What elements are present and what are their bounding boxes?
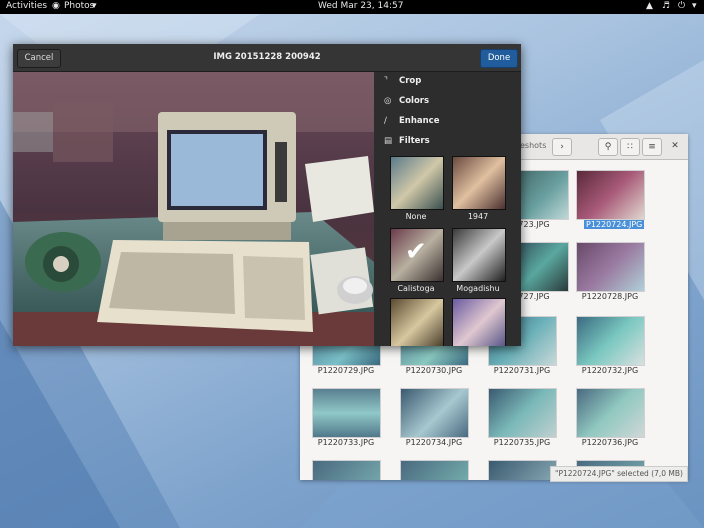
chevron-right-icon[interactable]: ›: [552, 138, 572, 156]
colors-icon: ◎: [384, 96, 392, 106]
file-name: P1220731.JPG: [493, 366, 551, 375]
file-item[interactable]: P1220736.JPG: [564, 382, 645, 452]
file-item[interactable]: P1220734.JPG: [388, 382, 469, 452]
file-name-selected: P1220724.JPG: [584, 220, 645, 229]
enhance-icon: ∕: [384, 116, 387, 126]
breadcrumb[interactable]: eshots: [520, 138, 546, 154]
file-name: P1220728.JPG: [581, 292, 639, 301]
file-name: P1220732.JPG: [581, 366, 639, 375]
filter-label: None: [405, 212, 427, 221]
clock[interactable]: Wed Mar 23, 14:57: [318, 1, 403, 11]
tool-filters[interactable]: ▤ Filters: [384, 136, 430, 150]
grid-icon: ∷: [627, 142, 633, 152]
thumbnail: [400, 388, 469, 438]
thumbnail: [312, 388, 381, 438]
checkmark-icon: ✔: [405, 237, 427, 267]
thumbnail: [488, 388, 557, 438]
file-item[interactable]: P1220724.JPG: [564, 164, 645, 234]
filter-label: 1947: [467, 212, 489, 221]
search-icon: ⚲: [604, 142, 612, 152]
thumbnail: [400, 460, 469, 480]
photo-title: IMG 20151228 200942: [213, 52, 321, 62]
file-name: P1220735.JPG: [493, 438, 551, 447]
filter-thumbnail[interactable]: [390, 298, 444, 346]
file-name: P1220729.JPG: [317, 366, 375, 375]
close-button[interactable]: ✕: [666, 138, 684, 154]
filter-calistoga-thumbnail[interactable]: ✔: [390, 228, 444, 282]
filter-none-thumbnail[interactable]: [390, 156, 444, 210]
photo-canvas: [13, 72, 374, 346]
file-item[interactable]: P1220728.JPG: [564, 236, 645, 306]
menu-button[interactable]: ≡: [642, 138, 662, 156]
filters-icon: ▤: [384, 136, 393, 146]
file-name: P1220734.JPG: [405, 438, 463, 447]
photos-editor-window: Cancel IMG 20151228 200942 Done ⌝ Crop ◎…: [13, 44, 521, 346]
done-button[interactable]: Done: [480, 49, 518, 68]
tool-enhance[interactable]: ∕ Enhance: [384, 116, 439, 130]
cancel-button[interactable]: Cancel: [17, 49, 61, 68]
chevron-down-icon: ▾: [92, 1, 97, 11]
tool-label: Filters: [398, 136, 430, 146]
camera-icon: ◉: [52, 1, 60, 11]
volume-icon: ♬: [662, 1, 671, 11]
tool-label: Enhance: [398, 116, 440, 126]
file-item[interactable]: P1220732.JPG: [564, 310, 645, 380]
chevron-down-icon: ▾: [692, 1, 697, 11]
crop-icon: ⌝: [384, 76, 388, 86]
tool-crop[interactable]: ⌝ Crop: [384, 76, 421, 90]
filter-thumbnail[interactable]: [452, 298, 506, 346]
network-icon: ▲: [646, 1, 653, 11]
filter-mogadishu-thumbnail[interactable]: [452, 228, 506, 282]
file-item[interactable]: P1220735.JPG: [476, 382, 557, 452]
close-icon: ✕: [671, 141, 679, 151]
file-item[interactable]: [300, 454, 381, 480]
filter-label: Mogadishu: [456, 284, 500, 293]
thumbnail: [576, 316, 645, 366]
view-grid-button[interactable]: ∷: [620, 138, 640, 156]
tool-label: Crop: [398, 76, 422, 86]
editor-header: Cancel IMG 20151228 200942 Done: [13, 44, 521, 72]
app-menu-button[interactable]: Photos: [64, 1, 94, 11]
power-icon[interactable]: ⏻: [678, 1, 685, 11]
thumbnail: [576, 388, 645, 438]
selection-status: "P1220724.JPG" selected (7,0 MB): [550, 466, 688, 482]
file-item[interactable]: [476, 454, 557, 480]
tools-sidebar: ⌝ Crop ◎ Colors ∕ Enhance ▤ Filters None…: [374, 72, 521, 346]
filter-1947-thumbnail[interactable]: [452, 156, 506, 210]
top-bar: Activities ◉ Photos ▾ Wed Mar 23, 14:57 …: [0, 0, 704, 14]
activities-button[interactable]: Activities: [6, 1, 47, 11]
filter-label: Calistoga: [397, 284, 435, 293]
photo-image: [13, 72, 374, 346]
tool-label: Colors: [398, 96, 430, 106]
thumbnail: [488, 460, 557, 480]
search-button[interactable]: ⚲: [598, 138, 618, 156]
thumbnail: [576, 242, 645, 292]
file-item[interactable]: [388, 454, 469, 480]
file-item[interactable]: P1220733.JPG: [300, 382, 381, 452]
tool-colors[interactable]: ◎ Colors: [384, 96, 429, 110]
file-name: P1220730.JPG: [405, 366, 463, 375]
thumbnail: [312, 460, 381, 480]
file-name: P1220736.JPG: [581, 438, 639, 447]
file-name: P1220733.JPG: [317, 438, 375, 447]
menu-icon: ≡: [648, 142, 656, 152]
thumbnail: [576, 170, 645, 220]
